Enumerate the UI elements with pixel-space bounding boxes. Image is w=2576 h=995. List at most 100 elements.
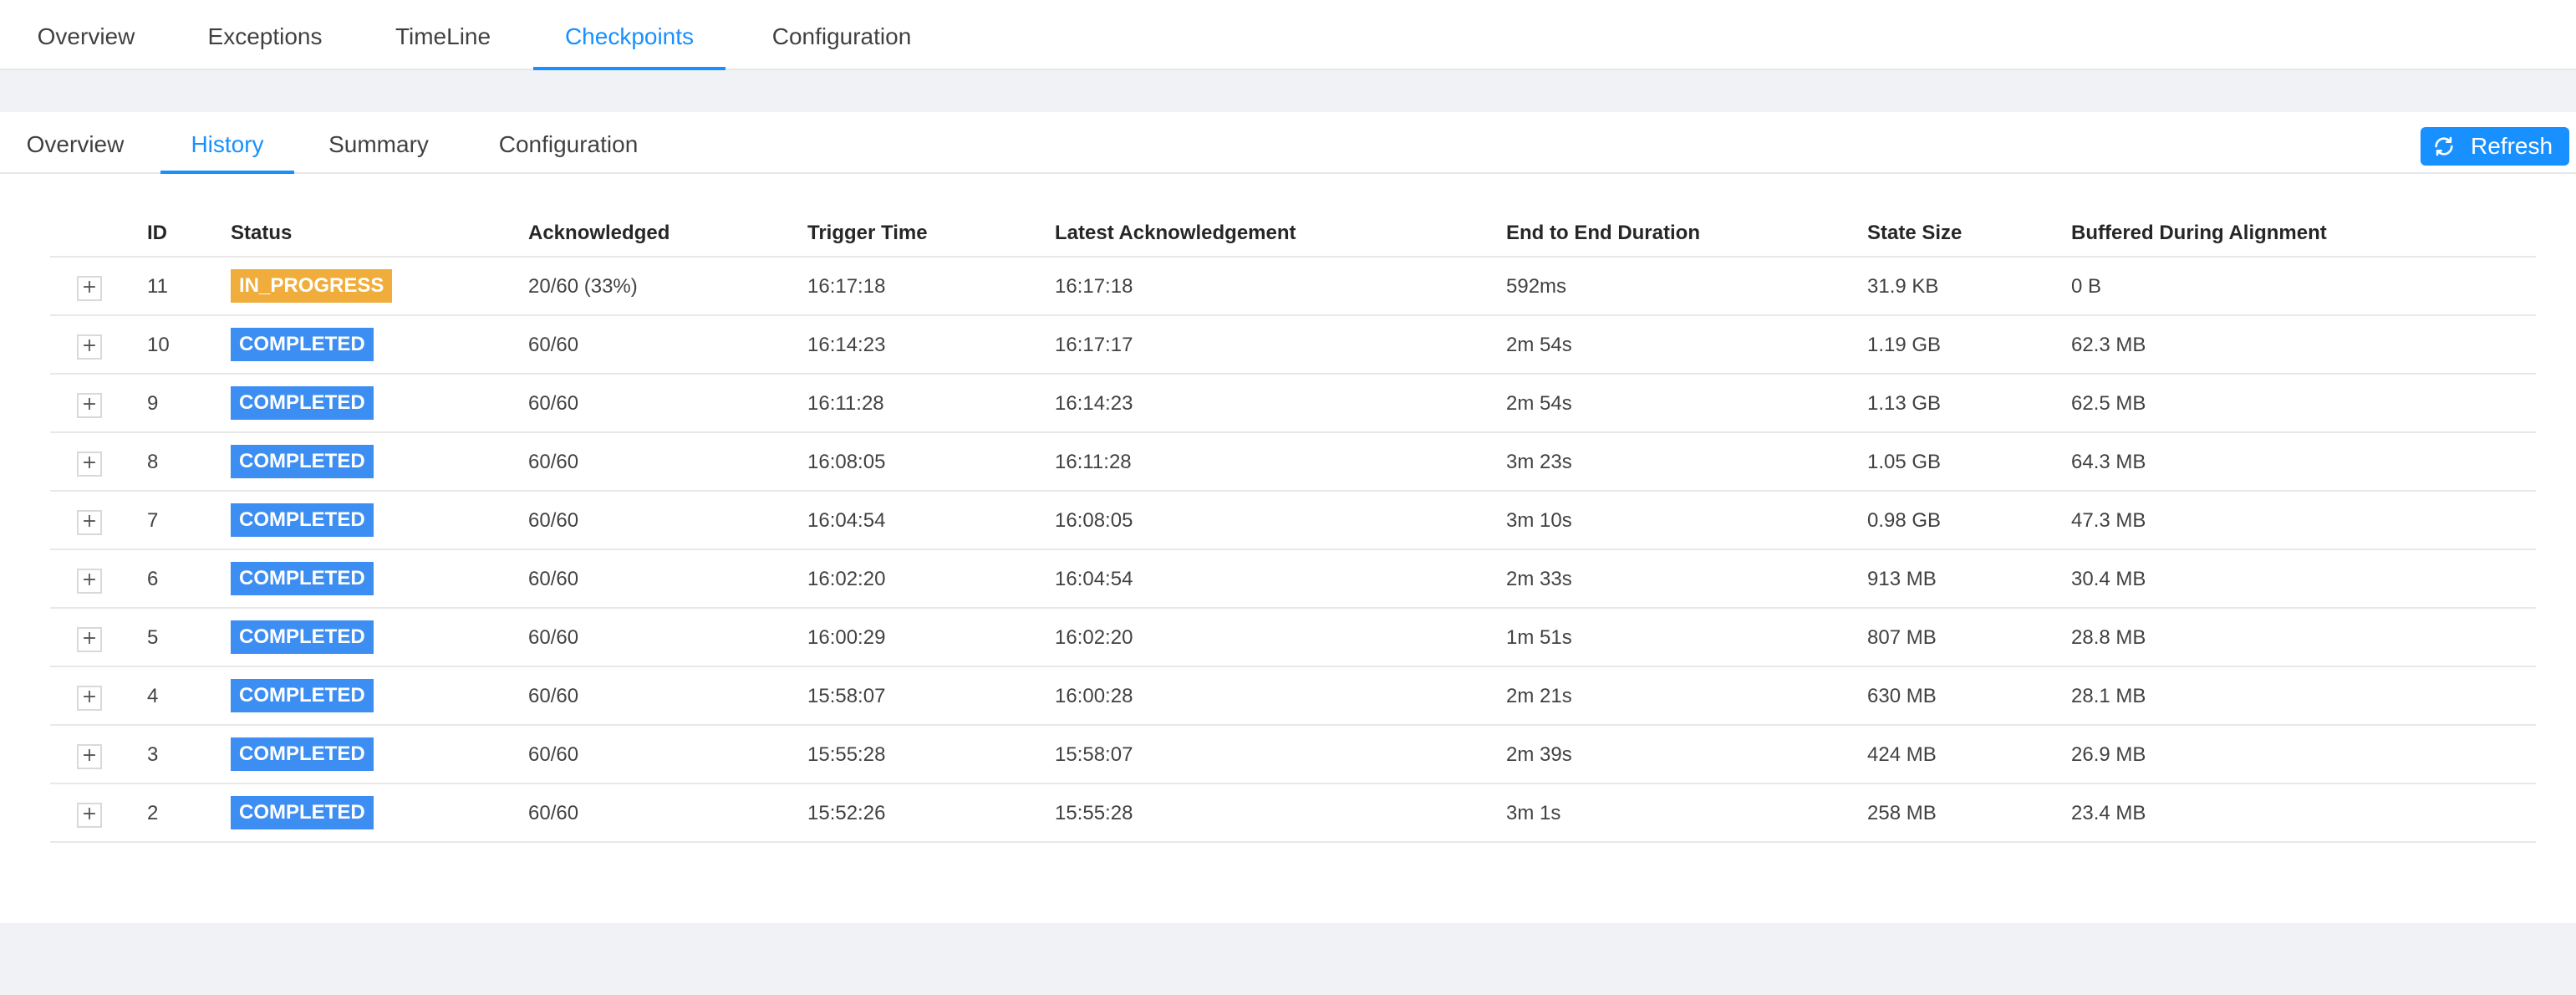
cell-end-to-end-duration: 2m 21s [1506,685,1572,707]
expand-row-button[interactable]: + [77,627,102,652]
cell-trigger-time: 15:52:26 [807,802,886,824]
cell-trigger-time: 15:58:07 [807,685,886,707]
cell-buffered-during-alignment: 0 B [2071,275,2102,298]
cell-id: 2 [147,802,159,824]
cell-end-to-end-duration: 3m 23s [1506,451,1572,473]
table-row[interactable]: +5 COMPLETED 60/60 16:00:29 16:02:20 1m 51s 80… [50,609,2536,667]
table-row[interactable]: +6 COMPLETED 60/60 16:02:20 16:04:54 2m 33s 91… [50,550,2536,609]
cell-latest-acknowledgement: 16:11:28 [1055,451,1132,473]
cell-latest-acknowledgement: 16:08:05 [1055,509,1133,532]
column-header-latest-acknowledgement[interactable]: Latest Acknowledgement [1055,209,1296,258]
column-header-status[interactable]: Status [231,209,292,258]
subtab-summary[interactable]: Summary [316,112,441,174]
column-header-buffered-during-alignment[interactable]: Buffered During Alignment [2071,209,2327,258]
tab-checkpoints[interactable]: Checkpoints [533,0,725,70]
cell-latest-acknowledgement: 15:55:28 [1055,802,1133,824]
table-row[interactable]: +2 COMPLETED 60/60 15:52:26 15:55:28 3m 1s 258… [50,784,2536,843]
cell-status: COMPLETED [231,667,374,726]
job-tabs-bar: Overview Exceptions TimeLine Checkpoints… [0,0,2576,70]
cell-end-to-end-duration: 2m 54s [1506,334,1572,356]
cell-trigger-time: 16:04:54 [807,509,886,532]
subtab-overview[interactable]: Overview [8,112,142,174]
cell-trigger-time: 16:08:05 [807,451,886,473]
table-row[interactable]: +7 COMPLETED 60/60 16:04:54 16:08:05 3m 10s 0.… [50,492,2536,550]
tab-exceptions[interactable]: Exceptions [189,0,341,70]
cell-id: 8 [147,451,159,473]
table-row[interactable]: +9 COMPLETED 60/60 16:11:28 16:14:23 2m 54s 1.… [50,375,2536,433]
cell-state-size: 807 MB [1867,626,1937,649]
status-badge: COMPLETED [231,385,374,420]
cell-latest-acknowledgement: 15:58:07 [1055,743,1133,766]
column-header-end-to-end-duration[interactable]: End to End Duration [1506,209,1700,258]
cell-id: 4 [147,685,159,707]
refresh-button[interactable]: Refresh [2421,127,2569,166]
cell-buffered-during-alignment: 62.3 MB [2071,334,2146,356]
expand-row-button[interactable]: + [77,393,102,418]
cell-latest-acknowledgement: 16:17:17 [1055,334,1133,356]
cell-id: 11 [147,275,168,298]
cell-acknowledged: 60/60 [528,743,579,766]
table-row[interactable]: +4 COMPLETED 60/60 15:58:07 16:00:28 2m 21s 63… [50,667,2536,726]
cell-state-size: 1.13 GB [1867,392,1942,415]
cell-status: COMPLETED [231,433,374,492]
cell-acknowledged: 60/60 [528,509,579,532]
refresh-button-label: Refresh [2471,133,2553,159]
table-row[interactable]: +11 IN_PROGRESS 20/60 (33%) 16:17:18 16:17:1… [50,258,2536,316]
cell-id: 6 [147,568,159,590]
cell-trigger-time: 16:11:28 [807,392,884,415]
cell-status: COMPLETED [231,316,374,375]
cell-state-size: 1.19 GB [1867,334,1942,356]
cell-acknowledged: 60/60 [528,568,579,590]
table-body: +11 IN_PROGRESS 20/60 (33%) 16:17:18 16:17:1… [50,258,2536,843]
cell-id: 3 [147,743,159,766]
expand-row-button[interactable]: + [77,569,102,594]
cell-end-to-end-duration: 1m 51s [1506,626,1572,649]
cell-end-to-end-duration: 3m 1s [1506,802,1561,824]
cell-state-size: 913 MB [1867,568,1937,590]
cell-latest-acknowledgement: 16:04:54 [1055,568,1133,590]
expand-row-button[interactable]: + [77,803,102,828]
cell-trigger-time: 16:14:23 [807,334,886,356]
expand-row-button[interactable]: + [77,686,102,711]
expand-row-button[interactable]: + [77,452,102,477]
table-row[interactable]: +10 COMPLETED 60/60 16:14:23 16:17:17 2m 54s 1… [50,316,2536,375]
cell-trigger-time: 15:55:28 [807,743,886,766]
column-header-acknowledged[interactable]: Acknowledged [528,209,669,258]
cell-buffered-during-alignment: 47.3 MB [2071,509,2146,532]
status-badge: COMPLETED [231,327,374,361]
cell-latest-acknowledgement: 16:02:20 [1055,626,1133,649]
cell-buffered-during-alignment: 64.3 MB [2071,451,2146,473]
cell-id: 9 [147,392,159,415]
expand-row-button[interactable]: + [77,334,102,360]
tab-overview[interactable]: Overview [17,0,155,70]
cell-buffered-during-alignment: 28.8 MB [2071,626,2146,649]
expand-row-button[interactable]: + [77,276,102,301]
subtab-history[interactable]: History [160,112,294,174]
cell-status: COMPLETED [231,550,374,609]
cell-acknowledged: 60/60 [528,626,579,649]
cell-trigger-time: 16:02:20 [807,568,886,590]
expand-row-button[interactable]: + [77,510,102,535]
cell-buffered-during-alignment: 26.9 MB [2071,743,2146,766]
table-row[interactable]: +8 COMPLETED 60/60 16:08:05 16:11:28 3m 23s 1.… [50,433,2536,492]
cell-buffered-during-alignment: 30.4 MB [2071,568,2146,590]
cell-acknowledged: 60/60 [528,685,579,707]
column-header-state-size[interactable]: State Size [1867,209,1962,258]
column-header-trigger-time[interactable]: Trigger Time [807,209,928,258]
table-header: ID Status Acknowledged Trigger Time Late… [50,209,2536,258]
status-badge: COMPLETED [231,503,374,537]
checkpoint-subtabs-bar: Overview History Summary Configuration R… [0,112,2576,174]
cell-id: 5 [147,626,159,649]
tab-timeline[interactable]: TimeLine [373,0,513,70]
cell-state-size: 31.9 KB [1867,275,1939,298]
status-badge: COMPLETED [231,678,374,712]
cell-state-size: 630 MB [1867,685,1937,707]
cell-acknowledged: 60/60 [528,334,579,356]
expand-row-button[interactable]: + [77,744,102,769]
table-row[interactable]: +3 COMPLETED 60/60 15:55:28 15:58:07 2m 39s 42… [50,726,2536,784]
tab-configuration[interactable]: Configuration [751,0,933,70]
column-header-id[interactable]: ID [147,209,167,258]
checkpoints-card: Overview History Summary Configuration R… [0,112,2576,923]
subtab-configuration[interactable]: Configuration [478,112,659,174]
cell-status: COMPLETED [231,784,374,843]
